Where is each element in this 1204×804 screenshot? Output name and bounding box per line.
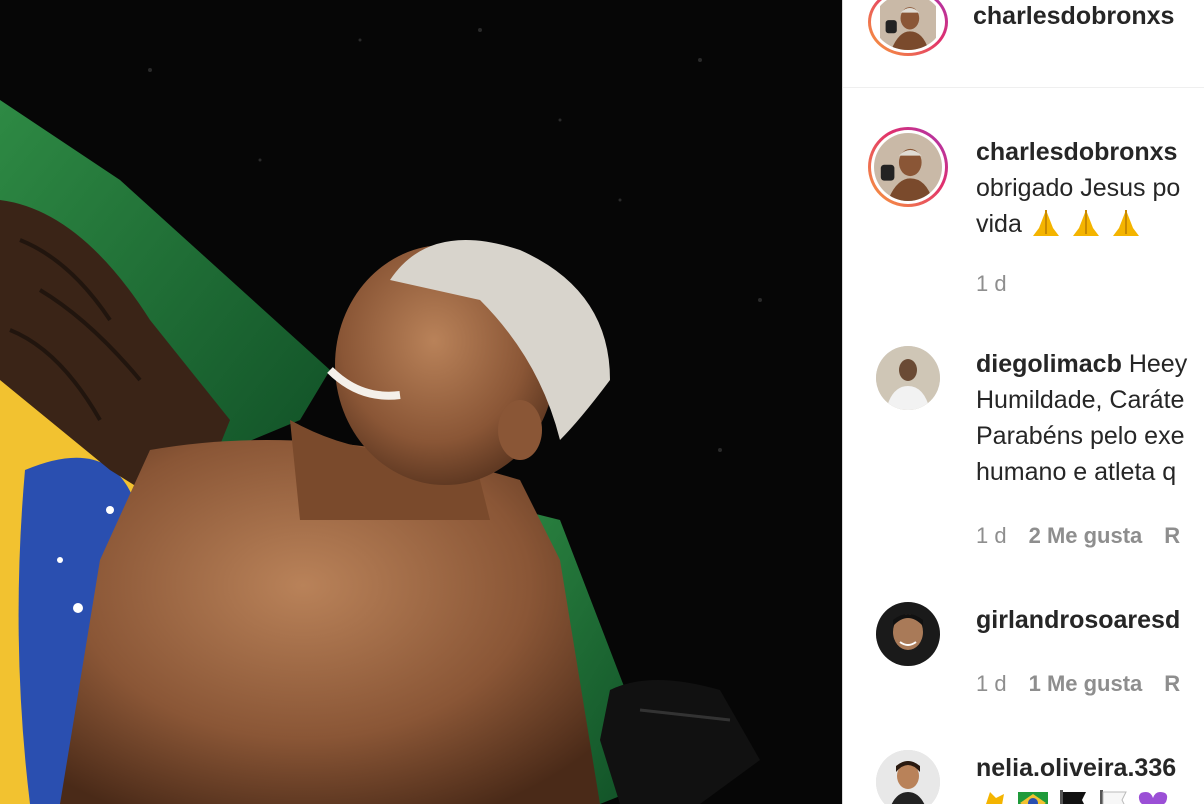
comment-line1: girlandrosoaresd [976,602,1180,638]
header-username[interactable]: charlesdobronxs [973,2,1174,31]
author-avatar-image [880,0,936,50]
post-header: charlesdobronxs [843,0,1204,88]
comment-line3: Parabéns pelo exe [976,422,1185,450]
brazil-flag-icon [1018,792,1048,804]
white-flag-icon [1100,790,1127,804]
comment-avatar-diegolimacb[interactable] [876,346,940,410]
caption-avatar[interactable] [868,127,948,207]
avatar-image [876,346,940,410]
caption-text-line1: obrigado Jesus po [976,174,1181,202]
folded-hands-icon [1032,210,1059,236]
caption-avatar-image [874,133,942,201]
reply-button[interactable]: R [1164,523,1180,548]
comment-line4: humano e atleta q [976,458,1177,486]
comments-panel: charlesdobronxs charlesdobronxs obrigado… [842,0,1204,804]
post-photo[interactable] [0,0,842,804]
author-avatar[interactable] [868,0,948,56]
comment-username[interactable]: nelia.oliveira.336 [976,754,1176,782]
comment-meta: 1 d 2 Me gusta R [976,523,1202,549]
comment-username[interactable]: girlandrosoaresd [976,606,1180,634]
comment-avatar-girlandrosoaresd[interactable] [876,602,940,666]
comment-line1: nelia.oliveira.336 [976,750,1176,786]
comment-meta: 1 d 1 Me gusta R [976,671,1202,697]
comment-avatar-nelia[interactable] [876,750,940,804]
avatar-image [876,750,940,804]
comment-line2 [976,786,1176,804]
fighter-with-flag-image [0,0,842,804]
comment-likes[interactable]: 1 Me gusta [1029,671,1143,696]
clapping-hands-icon [986,792,1004,804]
caption-meta: 1 d [976,271,1029,297]
avatar-image [876,602,940,666]
caption-time[interactable]: 1 d [976,271,1007,296]
comment-time[interactable]: 1 d [976,523,1007,548]
comment-username[interactable]: diegolimacb [976,350,1122,378]
comment-likes[interactable]: 2 Me gusta [1029,523,1143,548]
purple-heart-icon [1138,792,1168,804]
caption-username[interactable]: charlesdobronxs [976,134,1177,170]
black-flag-icon [1060,790,1086,804]
comment-time[interactable]: 1 d [976,671,1007,696]
folded-hands-icon [1112,210,1139,236]
comment-line2: Humildade, Caráte [976,386,1185,414]
comment-line1: diegolimacb Heey [976,350,1188,378]
caption-text-line2: vida [976,206,1149,242]
reply-button[interactable]: R [1164,671,1180,696]
folded-hands-icon [1072,210,1099,236]
